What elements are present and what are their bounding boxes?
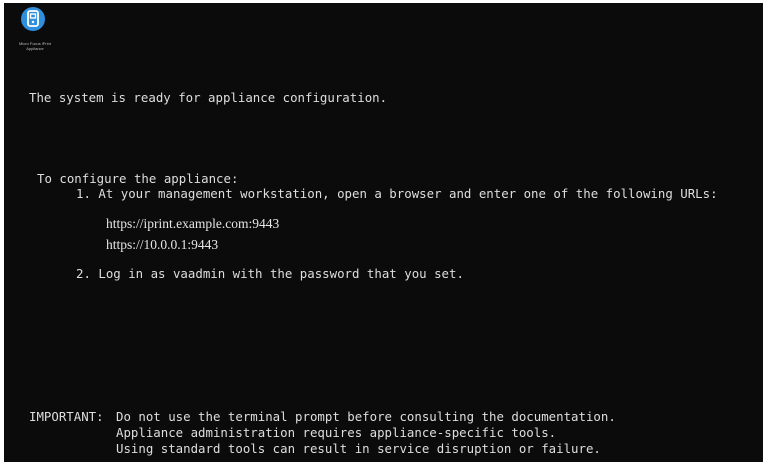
important-line-1: Do not use the terminal prompt before co… (116, 409, 616, 424)
important-line-3: Using standard tools can result in servi… (116, 441, 601, 456)
console-screen: Micro Focus iPrint Appliance The system … (4, 3, 763, 462)
url-hostname: https://iprint.example.com:9443 (106, 216, 280, 231)
micro-focus-iprint-logo: Micro Focus iPrint Appliance (10, 5, 60, 53)
ready-message: The system is ready for appliance config… (29, 90, 388, 105)
step-1-instruction: 1. At your management workstation, open … (76, 186, 718, 201)
logo-brand-line-2: Appliance (26, 46, 44, 51)
step-2-instruction: 2. Log in as vaadmin with the password t… (76, 266, 464, 281)
important-label: IMPORTANT: (29, 409, 104, 424)
important-line-2: Appliance administration requires applia… (116, 425, 557, 440)
url-ip-address: https://10.0.0.1:9443 (106, 237, 219, 252)
configure-heading: To configure the appliance: (37, 171, 239, 186)
printer-icon (27, 10, 39, 27)
logo-caption: Micro Focus iPrint Appliance (10, 41, 60, 51)
logo-badge (21, 7, 45, 31)
